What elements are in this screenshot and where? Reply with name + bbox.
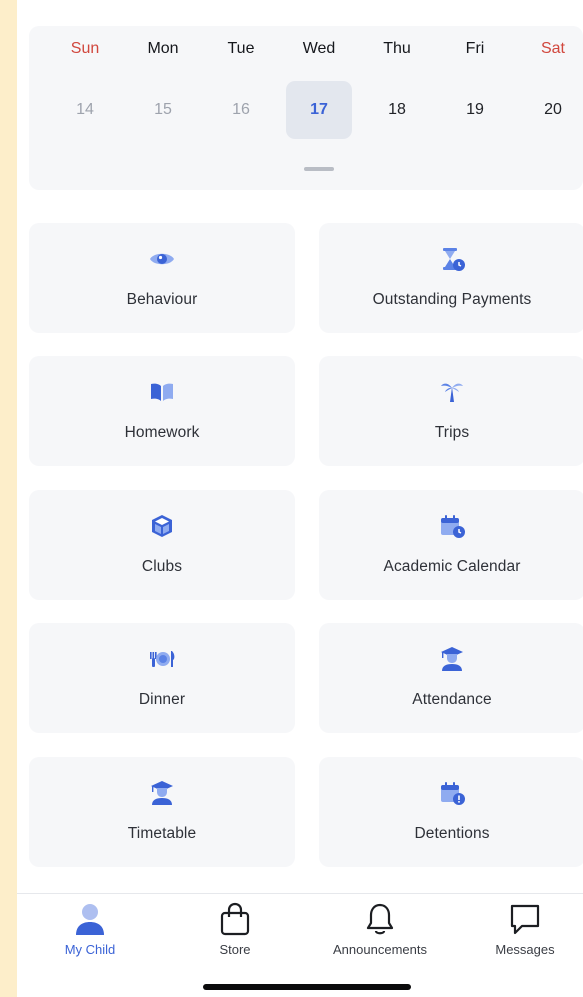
tab-announcements[interactable]: Announcements — [315, 894, 445, 964]
tile-label: Attendance — [412, 691, 492, 708]
tab-messages[interactable]: Messages — [460, 894, 583, 964]
tile-label: Behaviour — [126, 291, 198, 308]
tile-label: Timetable — [127, 825, 197, 842]
shopping-bag-icon — [220, 902, 250, 936]
week-calendar: Sun Mon Tue Wed Thu Fri Sat 14 15 16 17 … — [29, 26, 583, 190]
day-17-selected[interactable]: 17 — [286, 81, 352, 139]
tile-label: Detentions — [414, 825, 490, 842]
tile-label: Trips — [434, 424, 470, 441]
tab-label: Store — [219, 942, 251, 957]
tab-bar: My Child Store Announcements Messages — [17, 893, 583, 997]
day-18[interactable]: 18 — [364, 81, 430, 139]
plate-cutlery-icon — [150, 651, 175, 667]
tab-store[interactable]: Store — [170, 894, 300, 964]
day-name-thu: Thu — [383, 40, 411, 57]
day-name-sun: Sun — [70, 40, 100, 57]
day-name-fri: Fri — [465, 40, 485, 57]
tile-label: Clubs — [141, 558, 183, 575]
hourglass-clock-icon — [443, 248, 465, 271]
expand-handle[interactable] — [304, 167, 334, 171]
tile-homework[interactable]: Homework — [29, 356, 295, 466]
day-name-sat: Sat — [540, 40, 565, 57]
day-14[interactable]: 14 — [52, 81, 118, 139]
chat-bubble-icon — [510, 904, 540, 935]
tile-clubs[interactable]: Clubs — [29, 490, 295, 600]
day-19[interactable]: 19 — [442, 81, 508, 139]
day-name-wed: Wed — [302, 40, 336, 57]
tile-attendance[interactable]: Attendance — [319, 623, 583, 733]
tile-outstanding-payments[interactable]: Outstanding Payments — [319, 223, 583, 333]
cube-icon — [152, 515, 172, 537]
tile-label: Dinner — [138, 691, 186, 708]
day-name-tue: Tue — [227, 40, 255, 57]
tile-dinner[interactable]: Dinner — [29, 623, 295, 733]
person-icon — [76, 904, 104, 935]
calendar-clock-icon — [441, 515, 465, 538]
day-name-mon: Mon — [147, 40, 179, 57]
tab-label: Announcements — [333, 942, 427, 957]
eye-icon — [150, 253, 174, 265]
day-16[interactable]: 16 — [208, 81, 274, 139]
tab-label: Messages — [495, 942, 555, 957]
tile-label: Outstanding Payments — [372, 291, 532, 308]
palm-tree-icon — [441, 383, 463, 402]
tile-academic-calendar[interactable]: Academic Calendar — [319, 490, 583, 600]
graduate-icon — [441, 647, 463, 671]
tile-timetable[interactable]: Timetable — [29, 757, 295, 867]
tab-my-child[interactable]: My Child — [25, 894, 155, 964]
day-20[interactable]: 20 — [520, 81, 583, 139]
tile-label: Academic Calendar — [383, 558, 521, 575]
app-screen: Sun Mon Tue Wed Thu Fri Sat 14 15 16 17 … — [17, 0, 583, 997]
bell-icon — [366, 903, 394, 935]
calendar-alert-icon — [441, 782, 465, 805]
home-indicator — [203, 984, 411, 990]
tile-detentions[interactable]: Detentions — [319, 757, 583, 867]
graduate-icon — [151, 781, 173, 805]
tile-label: Homework — [124, 424, 200, 441]
book-icon — [151, 383, 173, 401]
tile-behaviour[interactable]: Behaviour — [29, 223, 295, 333]
tile-trips[interactable]: Trips — [319, 356, 583, 466]
tab-label: My Child — [64, 942, 116, 957]
day-15[interactable]: 15 — [130, 81, 196, 139]
